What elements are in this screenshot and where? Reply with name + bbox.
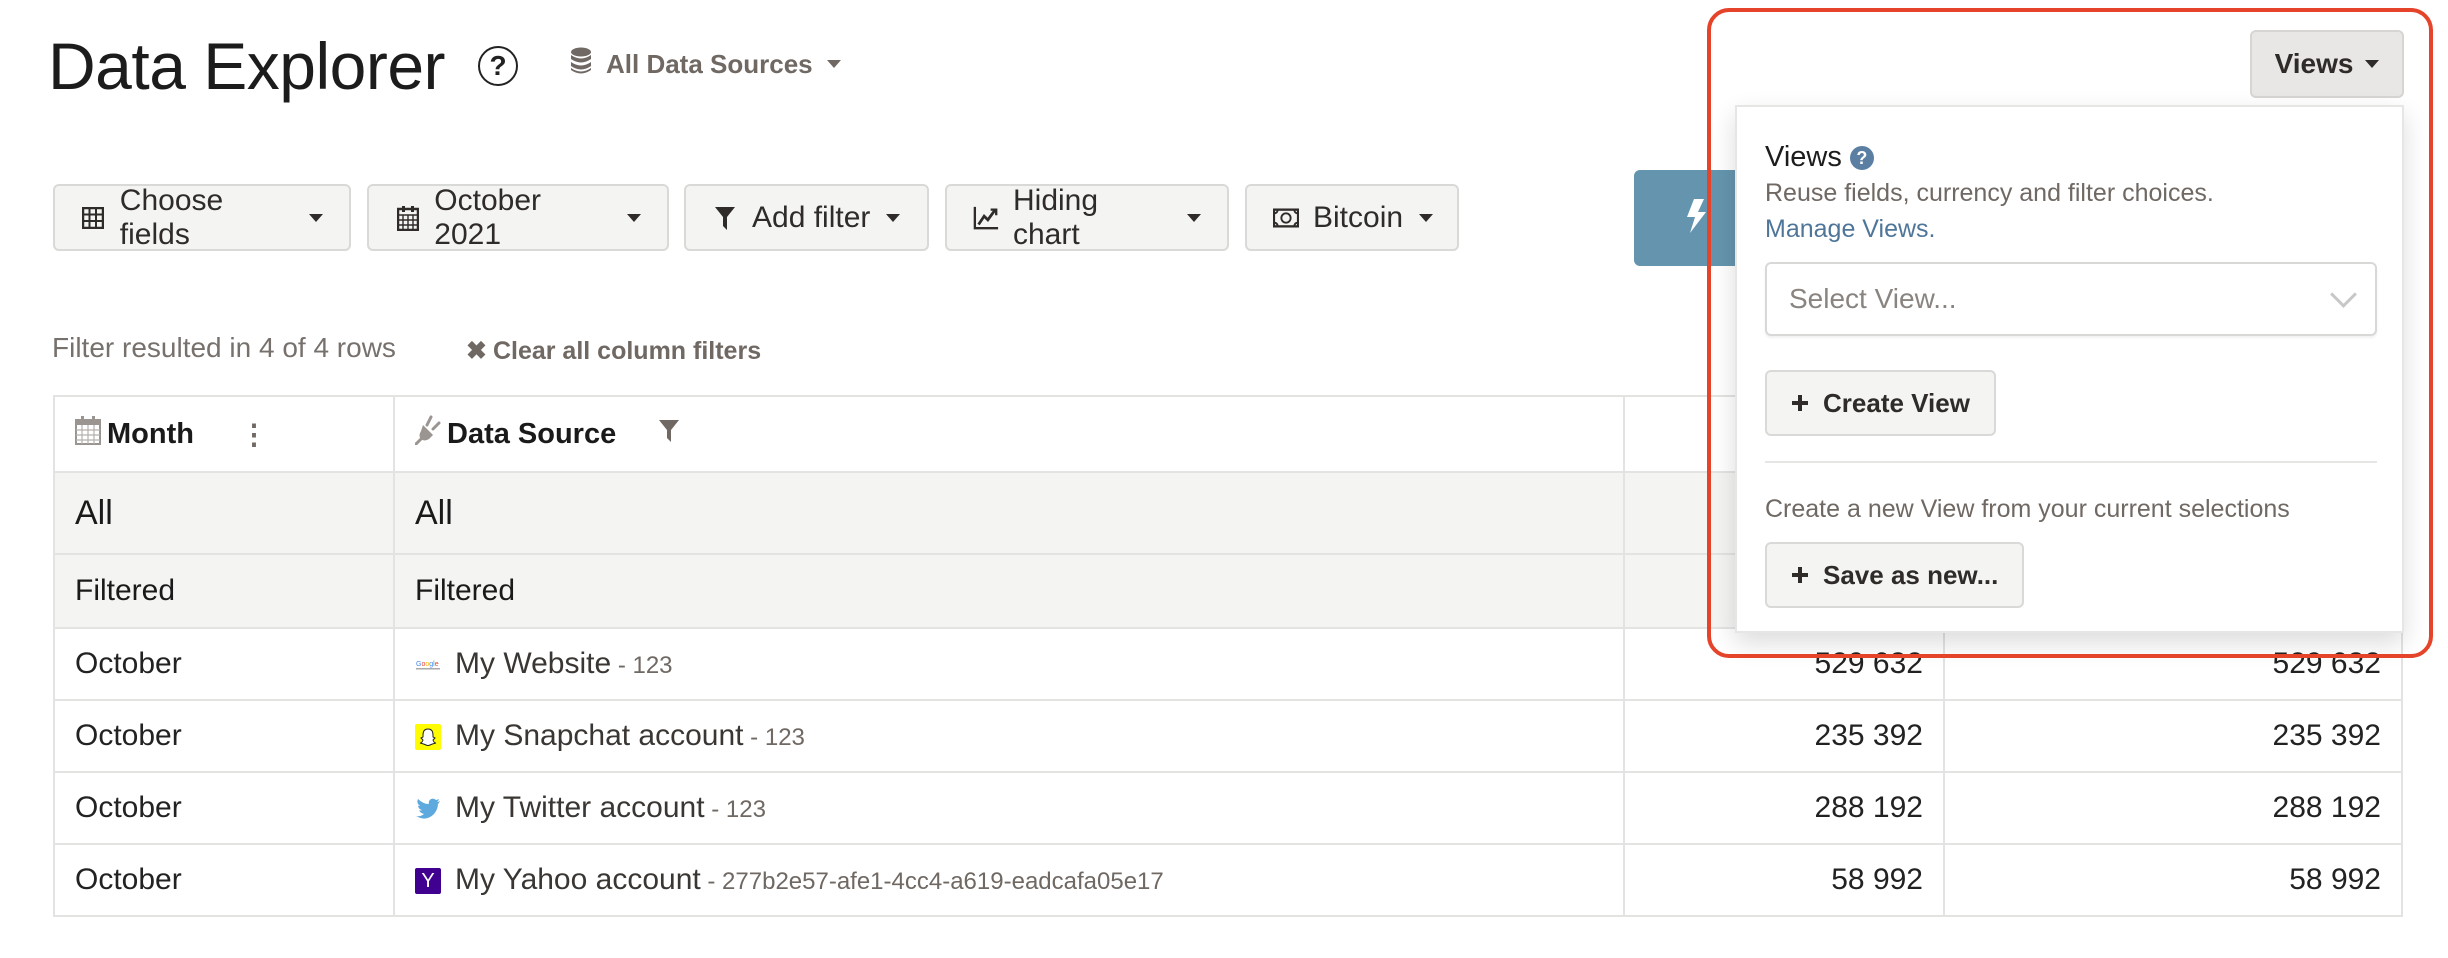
cell-month: October (53, 627, 395, 701)
twitter-icon (415, 796, 441, 822)
help-icon[interactable]: ? (1849, 145, 1874, 170)
save-as-new-button[interactable]: Save as new... (1765, 542, 2025, 608)
data-source-label: All Data Sources (606, 48, 813, 79)
cell-metric: 235 392 (1943, 699, 2403, 773)
cell-month: All (53, 471, 395, 555)
views-button-label: Views (2274, 48, 2354, 79)
cell-metric: 529 632 (1623, 627, 1945, 701)
date-range-label: October 2021 (434, 183, 541, 251)
cell-source: All (393, 471, 1625, 555)
create-view-label: Create View (1823, 387, 1970, 418)
manage-views-link[interactable]: Manage Views. (1765, 215, 1935, 244)
views-button[interactable]: Views (2250, 30, 2404, 98)
currency-label: Bitcoin (1313, 200, 1404, 234)
close-icon: ✖ (466, 337, 487, 365)
source-name: My Website (455, 647, 612, 680)
caret-down-icon (886, 213, 901, 222)
calendar-icon (395, 205, 420, 231)
filter-result-text: Filter resulted in 4 of 4 rows (52, 332, 396, 363)
kebab-menu-icon[interactable]: ⋮ (240, 418, 268, 451)
cell-month: Filtered (53, 553, 395, 629)
filter-icon (712, 205, 738, 231)
source-id: 123 (725, 796, 766, 823)
date-range-button[interactable]: October 2021 (367, 184, 669, 251)
caret-down-icon (1187, 213, 1201, 222)
caret-down-icon (2365, 60, 2380, 68)
column-header-label: Data Source (447, 417, 617, 450)
database-icon (570, 47, 592, 82)
cell-source: Y My Yahoo account - 277b2e57-afe1-4cc4-a… (393, 843, 1625, 917)
cell-metric: 529 632 (1943, 627, 2403, 701)
line-chart-icon (973, 205, 999, 231)
column-header-label: Month (107, 417, 194, 450)
add-filter-label: Add filter (752, 200, 871, 234)
source-id: 123 (632, 652, 673, 679)
bolt-icon (1684, 198, 1708, 239)
cell-source: Google My Website - 123 (393, 627, 1625, 701)
cell-source: My Snapchat account - 123 (393, 699, 1625, 773)
select-view-placeholder: Select View... (1789, 283, 1957, 314)
save-as-new-label: Save as new... (1823, 559, 1999, 590)
choose-fields-button[interactable]: Choose fields (53, 184, 351, 251)
calendar-icon (75, 415, 101, 453)
views-heading: Views (1765, 141, 1842, 173)
source-name: My Snapchat account (455, 719, 744, 752)
cell-month: October (53, 699, 395, 773)
create-view-button[interactable]: Create View (1765, 370, 1996, 436)
cell-metric: 58 992 (1623, 843, 1945, 917)
cell-month: October (53, 843, 395, 917)
caret-down-icon (309, 213, 323, 222)
currency-button[interactable]: Bitcoin (1245, 184, 1459, 251)
plus-icon (1791, 388, 1809, 419)
column-header-month[interactable]: Month ⋮ (53, 395, 395, 473)
chart-toggle-button[interactable]: Hiding chart (945, 184, 1229, 251)
table-row[interactable]: October Google My Website - 123 529 632 … (53, 627, 2403, 701)
source-id: 123 (764, 724, 805, 751)
cell-metric: 235 392 (1623, 699, 1945, 773)
google-search-console-icon: Google (415, 652, 441, 678)
chevron-down-icon (2330, 280, 2357, 308)
cell-month: October (53, 771, 395, 845)
snapchat-icon (415, 724, 441, 751)
source-name: My Yahoo account (455, 863, 701, 896)
add-filter-button[interactable]: Add filter (684, 184, 929, 251)
plug-icon (414, 415, 441, 453)
caret-down-icon (627, 213, 641, 222)
cell-source: My Twitter account - 123 (393, 771, 1625, 845)
select-view-dropdown[interactable]: Select View... (1765, 262, 2377, 336)
cell-metric: 288 192 (1623, 771, 1945, 845)
table-grid-icon (81, 205, 106, 231)
table-row[interactable]: October My Snapchat account - 123 235 39… (53, 699, 2403, 773)
filter-icon[interactable] (658, 418, 680, 451)
views-description: Reuse fields, currency and filter choice… (1765, 179, 2214, 207)
views-popover-title: Views ? (1765, 141, 1874, 174)
chart-toggle-label: Hiding chart (1013, 183, 1099, 251)
clear-column-filters-label: Clear all column filters (492, 336, 762, 365)
caret-down-icon (826, 60, 841, 68)
question-circle-icon[interactable]: ? (478, 46, 518, 86)
data-source-selector[interactable]: All Data Sources (570, 44, 841, 84)
divider (1765, 461, 2377, 463)
cell-metric: 288 192 (1943, 771, 2403, 845)
source-name: My Twitter account (455, 791, 705, 824)
money-bill-icon (1273, 205, 1299, 231)
column-header-data-source[interactable]: Data Source (393, 395, 1625, 473)
choose-fields-label: Choose fields (119, 183, 224, 251)
cell-metric: 58 992 (1943, 843, 2403, 917)
cell-source: Filtered (393, 553, 1625, 629)
plus-icon (1791, 560, 1809, 591)
page-title: Data Explorer (48, 29, 446, 103)
table-row[interactable]: October My Twitter account - 123 288 192… (53, 771, 2403, 845)
views-popover: Views ? Reuse fields, currency and filte… (1735, 105, 2404, 633)
table-row[interactable]: October Y My Yahoo account - 277b2e57-afe… (53, 843, 2403, 917)
yahoo-icon: Y (415, 868, 441, 895)
svg-text:Google: Google (416, 661, 439, 668)
clear-column-filters-link[interactable]: ✖ Clear all column filters (466, 336, 761, 366)
caret-down-icon (1419, 213, 1434, 222)
save-view-hint: Create a new View from your current sele… (1765, 495, 2290, 523)
source-id: 277b2e57-afe1-4cc4-a619-eadcafa05e17 (722, 868, 1164, 895)
